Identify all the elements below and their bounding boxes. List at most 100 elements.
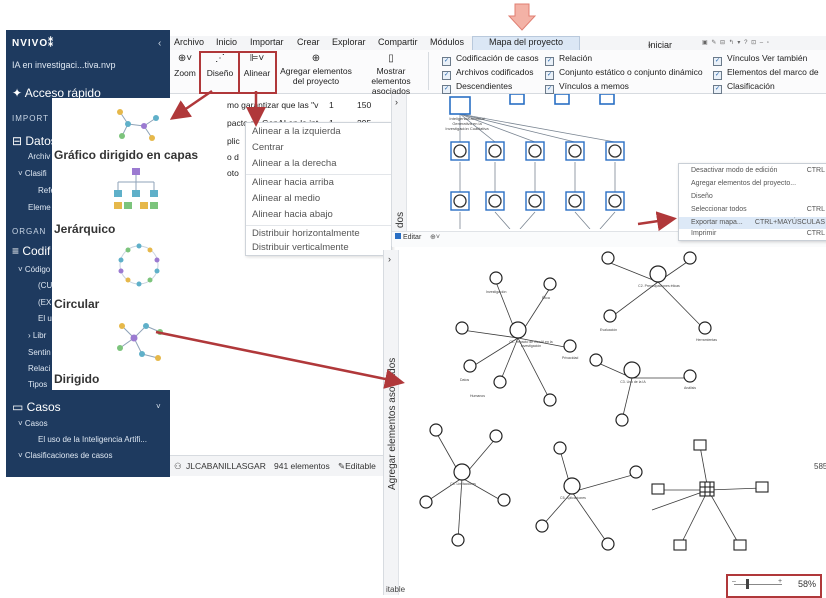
chevron-right-icon[interactable]: › xyxy=(388,254,391,264)
ctx-imprimir[interactable]: Imprimir xyxy=(691,230,716,237)
sidebar-item-cu[interactable]: (CU xyxy=(38,281,52,290)
zoom-icon[interactable]: ⊕˅ xyxy=(430,233,440,241)
map-node-label: C1. Impacto de GenAI en la investigación xyxy=(509,340,553,348)
case-icon: ▭ xyxy=(12,400,27,414)
window-controls[interactable]: ▣ ✎ ⊟ ↰ ▾ ? ⊡ – ▫ xyxy=(702,39,770,46)
list-item[interactable]: oto xyxy=(227,168,239,178)
sidebar-item-archivos[interactable]: Archiv xyxy=(28,152,50,161)
sidebar-item-casos[interactable]: ˅ Casos xyxy=(18,419,48,428)
menu-compartir[interactable]: Compartir xyxy=(378,37,418,47)
zoom-button[interactable]: ⊕˅ Zoom xyxy=(172,54,198,79)
check-clasificacion[interactable]: ✓ Clasificación xyxy=(713,81,775,94)
ctx-desactivar-edicion[interactable]: Desactivar modo de edición xyxy=(691,167,777,174)
list-icon: ≡ xyxy=(12,244,23,258)
menu-item-align-right[interactable]: Alinear a la derecha xyxy=(252,158,337,169)
layout-label-hierarchical[interactable]: Jerárquico xyxy=(54,222,115,236)
menu-item-align-bottom[interactable]: Alinear hacia abajo xyxy=(252,209,333,220)
status-user: JLCABANILLASGAR xyxy=(186,461,266,471)
check-archivos-codificados[interactable]: ✓ Archivos codificados xyxy=(442,67,533,80)
pin-icon: ✦ xyxy=(12,86,25,100)
ctx-seleccionar-todos[interactable]: Seleccionar todos xyxy=(691,206,747,213)
menu-item-align-middle[interactable]: Alinear al medio xyxy=(252,193,320,204)
sidebar-item-relaciones[interactable]: Relaci xyxy=(28,364,50,373)
checkbox-icon: ✓ xyxy=(713,85,722,94)
sidebar-item-codigos[interactable]: ˅ Código xyxy=(18,265,50,274)
menu-crear[interactable]: Crear xyxy=(297,37,320,47)
section-import: IMPORT xyxy=(12,114,49,123)
menu-inicio[interactable]: Inicio xyxy=(216,37,237,47)
tab-mapa-del-proyecto[interactable]: Mapa del proyecto xyxy=(472,36,581,50)
agregar-elementos-button[interactable]: ⊕ Agregar elementos del proyecto xyxy=(277,54,355,87)
map-node-label: Privacidad xyxy=(562,356,579,360)
map-node-label: Ética xyxy=(542,296,550,300)
menu-importar[interactable]: Importar xyxy=(250,37,284,47)
sidebar-item-codificacion[interactable]: ≡ Codif xyxy=(12,244,50,258)
checkbox-icon: ✓ xyxy=(713,57,722,66)
ribbon-divider xyxy=(428,52,429,90)
sidebar-item-tipos[interactable]: Tipos xyxy=(28,380,47,389)
sidebar-item-clasificaciones-casos[interactable]: ˅ Clasificaciones de casos xyxy=(18,451,113,460)
map-node-label: Datos xyxy=(460,378,470,382)
hierarchical-icon[interactable] xyxy=(110,166,162,220)
project-map-bottom-view[interactable]: › Agregar elementos asociados C1. Impact… xyxy=(383,250,826,595)
sidebar-item-datos[interactable]: ⊟ Datos xyxy=(12,134,57,148)
map-node-label: Análisis xyxy=(684,386,697,390)
menu-item-distribute-horizontal[interactable]: Distribuir horizontalmente xyxy=(252,228,360,239)
chevron-down-icon[interactable]: ˅ xyxy=(156,402,161,411)
edit-button[interactable]: Editar xyxy=(395,233,421,241)
collapse-sidebar-button[interactable]: ‹ xyxy=(158,38,161,49)
chevron-right-icon[interactable]: › xyxy=(395,97,398,107)
sidebar-item-caso[interactable]: El uso de la Inteligencia Artifi... xyxy=(38,435,147,444)
check-conjunto[interactable]: ✓ Conjunto estático o conjunto dinámico xyxy=(545,67,703,80)
highlight-alinear xyxy=(238,51,277,94)
layout-label-circular[interactable]: Circular xyxy=(54,297,99,311)
chevron-down-icon: ˅ xyxy=(18,265,25,274)
checkbox-icon: ✓ xyxy=(545,57,554,66)
menu-item-distribute-vertical[interactable]: Distribuir verticalmente xyxy=(252,242,349,253)
sidebar-item-ex[interactable]: (EX xyxy=(38,298,51,307)
check-relacion[interactable]: ✓ Relación xyxy=(545,53,592,66)
map-node-label: C5. Aplicaciones xyxy=(560,496,586,500)
sidebar-item-casos-section[interactable]: ▭ Casos xyxy=(12,400,61,414)
check-descendientes[interactable]: ✓ Descendientes xyxy=(442,81,512,94)
list-item[interactable]: o d xyxy=(227,152,239,162)
check-vinculos-ver-tambien[interactable]: ✓ Vínculos Ver también xyxy=(713,53,807,66)
edge-number: 585 xyxy=(814,462,826,471)
menu-divider xyxy=(246,225,391,226)
menu-explorar[interactable]: Explorar xyxy=(332,37,366,47)
menu-archivo[interactable]: Archivo xyxy=(174,37,204,47)
menu-divider xyxy=(246,174,391,175)
layered-graph-icon[interactable] xyxy=(108,104,170,146)
menu-modulos[interactable]: Módulos xyxy=(430,37,464,47)
sidebar-item-el-uso[interactable]: El u xyxy=(38,314,52,323)
map-node-label: Inteligencia Artificial Generativa en la… xyxy=(445,116,489,131)
ctx-exportar-mapa[interactable]: Exportar mapa... xyxy=(691,219,743,226)
status-count: 941 elementos xyxy=(274,461,330,471)
list-item[interactable]: mo garantizar que las "v 1 150 xyxy=(227,100,371,110)
chevron-down-icon: ˅ xyxy=(18,419,25,428)
ctx-diseno[interactable]: Diseño xyxy=(691,193,713,200)
agregar-label: Agregar elementos del proyecto xyxy=(280,66,352,86)
check-elementos-marco[interactable]: ✓ Elementos del marco de xyxy=(713,67,819,80)
hierarchical-map-canvas[interactable] xyxy=(420,94,670,229)
menu-item-align-center[interactable]: Centrar xyxy=(252,142,284,153)
menu-item-align-left[interactable]: Alinear a la izquierda xyxy=(252,126,341,137)
directed-graph-icon[interactable] xyxy=(112,318,168,366)
list-item[interactable]: plic xyxy=(227,136,240,146)
sidebar-item-sentimientos[interactable]: Sentin xyxy=(28,348,51,357)
map-node-label: C3. Uso de la IA xyxy=(620,380,646,384)
sidebar-item-libros[interactable]: › Libr xyxy=(28,331,46,340)
circular-icon[interactable] xyxy=(114,240,164,290)
check-vinculos-memos[interactable]: ✓ Vínculos a memos xyxy=(545,81,629,94)
menu-item-align-top[interactable]: Alinear hacia arriba xyxy=(252,177,334,188)
directed-map-canvas[interactable] xyxy=(400,250,826,570)
layout-label-directed[interactable]: Dirigido xyxy=(54,372,99,386)
check-codificacion-casos[interactable]: ✓ Codificación de casos xyxy=(442,53,539,66)
mostrar-asociados-button[interactable]: ▯ Mostrar elementos asociados xyxy=(358,54,424,97)
sidebar-item-clasificaciones[interactable]: ˅ Clasifi xyxy=(18,169,47,178)
map-node-label: C2. Preocupaciones éticas xyxy=(638,284,680,288)
layout-label-layered[interactable]: Gráfico dirigido en capas xyxy=(54,148,198,162)
sidebar-item-elementos[interactable]: Eleme xyxy=(28,203,51,212)
ctx-agregar-elementos[interactable]: Agregar elementos del proyecto... xyxy=(691,180,796,187)
map-context-menu: Desactivar modo de edición CTRL Agregar … xyxy=(678,163,826,241)
